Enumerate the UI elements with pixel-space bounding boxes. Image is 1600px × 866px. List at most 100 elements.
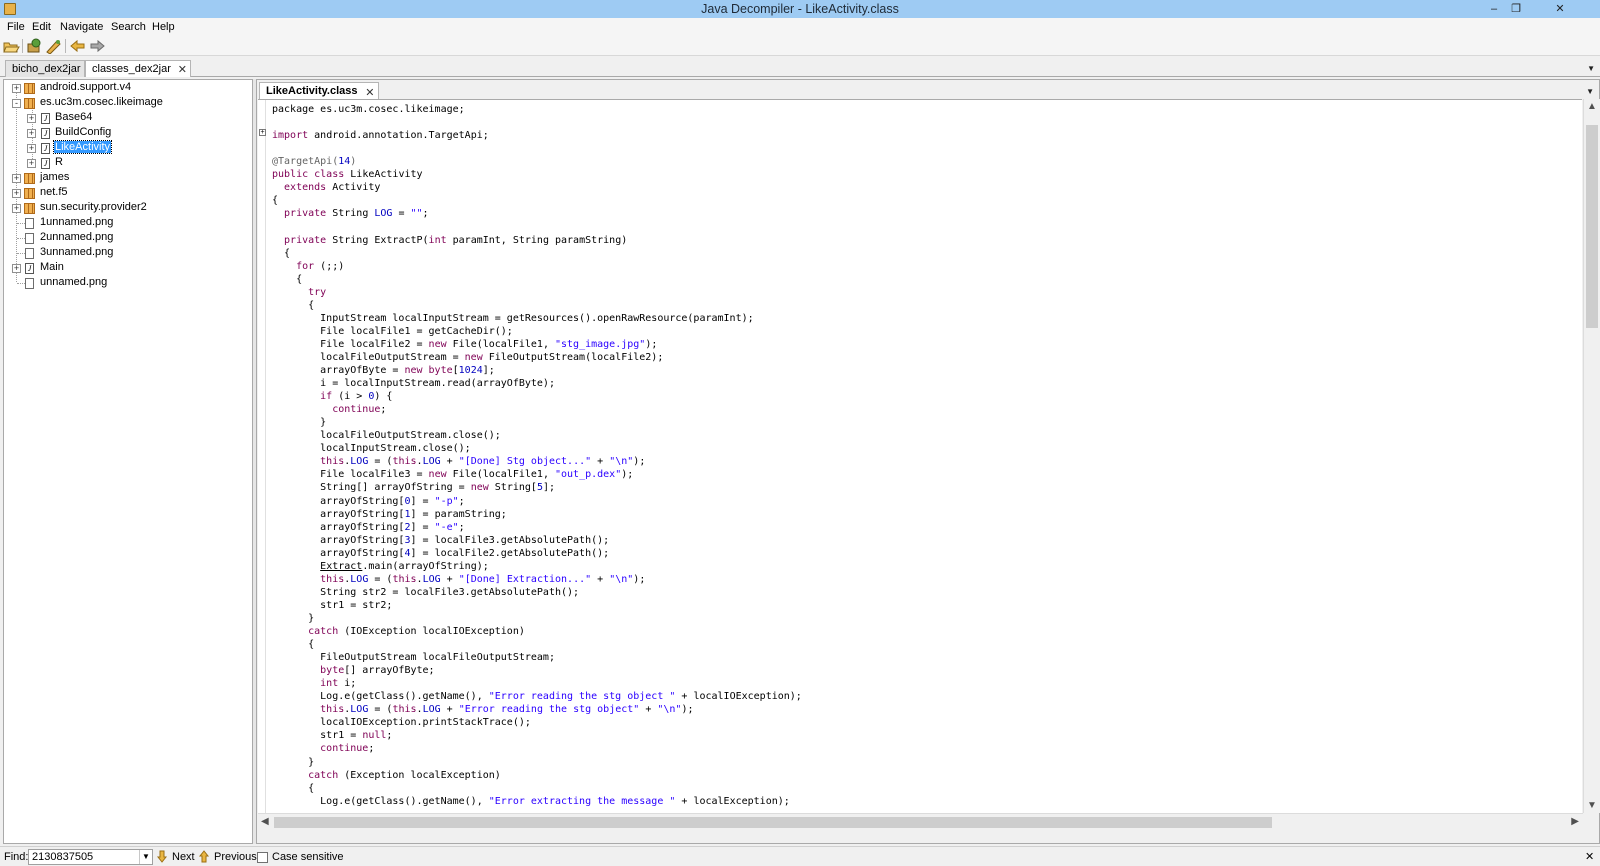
close-icon[interactable]: ✕ [365,86,374,99]
find-input[interactable]: 2130837505 ▼ [28,849,153,865]
tree-item-3unnamed-png[interactable]: 3unnamed.png [4,246,249,261]
menu-navigate[interactable]: Navigate [60,21,103,33]
tab-bicho-dex2jar[interactable]: bicho_dex2jar [5,60,85,77]
code-token: ); [645,338,658,350]
tree-item-android-support-v4[interactable]: + android.support.v4 [4,81,249,96]
code-line: package es.uc3m.cosec.likeimage; [272,103,465,116]
tree-item-james[interactable]: + james [4,171,249,186]
scroll-down-icon[interactable]: ▼ [1587,800,1597,811]
tree-item-base64[interactable]: + J Base64 [4,111,249,126]
restore-button[interactable]: ❐ [1505,1,1527,17]
find-previous-button[interactable]: Previous [214,851,257,863]
expand-icon[interactable]: + [12,174,21,183]
expand-icon[interactable]: + [12,84,21,93]
code-token: File localFile1 = getCacheDir(); [272,325,513,337]
menu-file[interactable]: File [7,21,25,33]
code-token: byte [272,665,345,677]
code-token: import [272,130,315,142]
code-token[interactable]: Extract [320,561,362,572]
tree-label: es.uc3m.cosec.likeimage [40,96,163,108]
open-type-icon[interactable] [26,38,43,54]
code-line: { [272,194,278,207]
code-token: InputStream localInputStream = getResour… [272,312,754,324]
code-line: byte[] arrayOfByte; [272,664,434,677]
code-token: LOG [422,456,441,468]
code-token: + localIOException); [675,691,802,703]
horizontal-scroll-thumb[interactable] [274,817,1272,828]
code-token: String[] arrayOfString = [272,482,471,494]
tree-item-buildconfig[interactable]: + J BuildConfig [4,126,249,141]
tab-list-dropdown-icon[interactable]: ▼ [1587,64,1595,73]
tab-likeactivity-class[interactable]: LikeActivity.class ✕ [259,82,379,99]
code-token: this [392,704,417,716]
forward-arrow-icon[interactable] [89,38,106,54]
chevron-down-icon[interactable]: ▼ [139,850,152,864]
tab-classes-dex2jar[interactable]: classes_dex2jar ✕ [85,60,191,77]
code-token: new [428,338,453,350]
code-token: 14 [338,156,351,168]
tree-item-unnamed-png[interactable]: unnamed.png [4,276,249,291]
expand-icon[interactable]: + [12,264,21,273]
open-type-hierarchy-icon[interactable] [45,38,62,55]
code-token: localInputStream.close(); [272,443,471,455]
menu-edit[interactable]: Edit [32,21,51,33]
case-sensitive-checkbox[interactable] [257,852,268,863]
class-file-icon: J [41,158,50,169]
code-token: arrayOfByte = [272,365,405,376]
find-next-button[interactable]: Next [172,851,195,863]
code-token: catch [272,769,345,781]
find-previous-icon[interactable] [198,850,210,863]
code-token: "[Done] Extraction..." [458,573,592,585]
expand-icon[interactable]: + [12,189,21,198]
tree-item-main[interactable]: + J Main [4,261,249,276]
expand-icon[interactable]: + [27,129,36,138]
tree-item-r[interactable]: + J R [4,156,249,171]
vertical-scrollbar[interactable]: ▲ ▼ [1583,99,1600,813]
tree-item-sun-security-provider2[interactable]: + sun.security.provider2 [4,201,249,216]
code-token: { [272,273,303,285]
code-line: extends Activity [272,181,380,194]
scroll-left-icon[interactable]: ◀ [261,816,269,827]
code-token: "\n" [657,704,682,716]
open-file-icon[interactable] [3,38,20,54]
horizontal-scrollbar[interactable]: ◀ ▶ [258,813,1583,830]
back-arrow-icon[interactable] [69,38,86,54]
tree-item-likeactivity[interactable]: + J LikeActivity [4,140,249,156]
fold-expand-icon[interactable]: + [259,129,266,136]
code-token: String[ [494,482,537,494]
collapse-icon[interactable]: - [12,99,21,108]
tree-item-1unnamed-png[interactable]: 1unnamed.png [4,216,249,231]
close-find-bar-button[interactable]: ✕ [1585,850,1594,863]
code-token: if [272,391,339,403]
expand-icon[interactable]: + [12,204,21,213]
code-editor[interactable]: + package es.uc3m.cosec.likeimage; import… [258,99,1582,813]
scroll-right-icon[interactable]: ▶ [1571,816,1579,827]
code-line: arrayOfByte = new byte[1024]; [272,364,495,377]
jar-tab-bar: bicho_dex2jar classes_dex2jar ✕ ▼ [0,58,1600,77]
code-token: + [440,704,459,716]
tree-item-net-f5[interactable]: + net.f5 [4,186,249,201]
tree-item-2unnamed-png[interactable]: 2unnamed.png [4,231,249,246]
code-line: this.LOG = (this.LOG + "Error reading th… [272,703,693,716]
code-token: catch [272,626,345,637]
editor-list-dropdown-icon[interactable]: ▼ [1586,87,1594,96]
close-window-button[interactable]: ✕ [1549,1,1571,17]
code-token: = ( [368,456,393,468]
expand-icon[interactable]: + [27,144,36,153]
close-icon[interactable]: ✕ [178,63,187,76]
tree-item-es-uc3m-cosec-likeimage[interactable]: - es.uc3m.cosec.likeimage [4,96,249,111]
minimize-button[interactable]: – [1483,1,1505,17]
vertical-scroll-thumb[interactable] [1586,125,1598,328]
code-token: ); [633,573,646,585]
code-token: (i > [338,391,369,403]
find-next-icon[interactable] [156,850,168,863]
expand-icon[interactable]: + [27,159,36,168]
menu-help[interactable]: Help [152,21,175,33]
expand-icon[interactable]: + [27,114,36,123]
code-line: private String LOG = ""; [272,207,429,220]
menu-search[interactable]: Search [111,21,146,33]
file-icon [25,248,34,259]
code-token: { [272,247,291,259]
scroll-up-icon[interactable]: ▲ [1587,101,1597,112]
